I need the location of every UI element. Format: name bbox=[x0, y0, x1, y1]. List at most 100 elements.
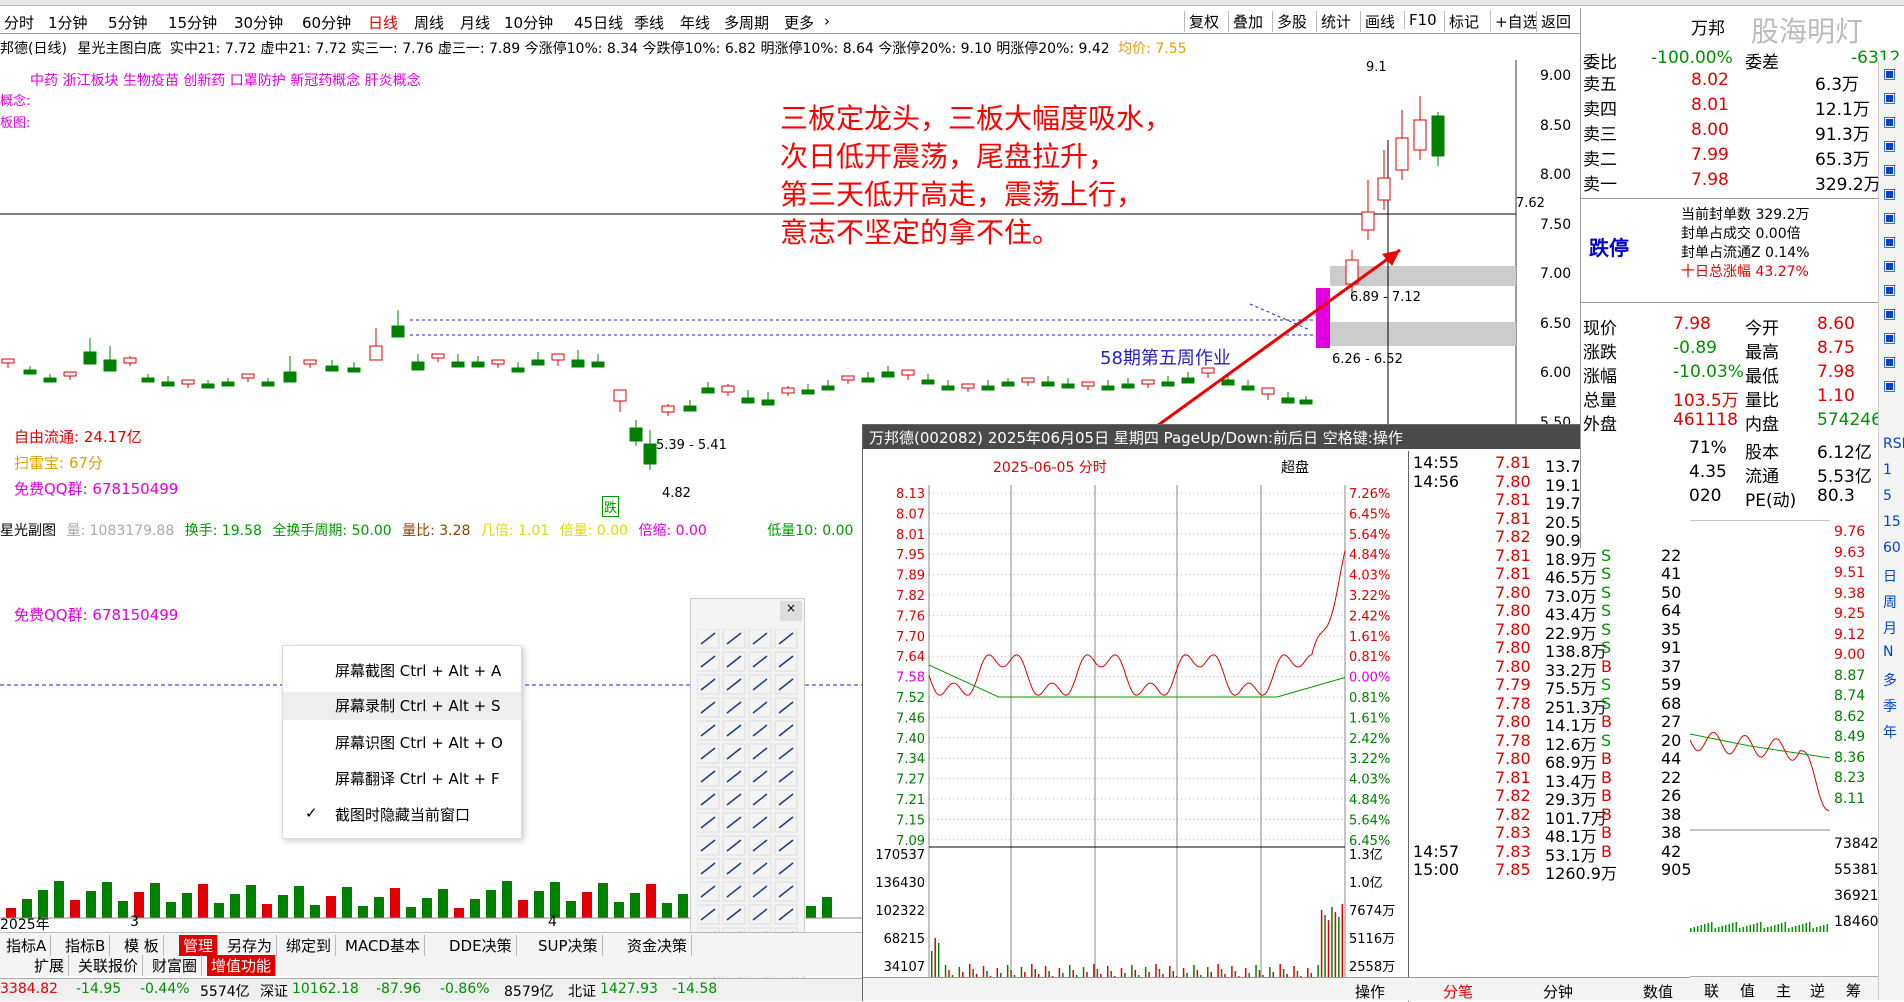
rail-period-11[interactable]: 年 bbox=[1883, 722, 1897, 742]
rail-tool-icon[interactable]: ▣ bbox=[1883, 234, 1896, 250]
trade-side: S bbox=[1601, 730, 1612, 750]
mini-vol bbox=[1746, 926, 1748, 932]
menu-ocr[interactable]: 屏幕识图 Ctrl + Alt + O bbox=[335, 732, 503, 753]
indicator-tab[interactable]: 模 板 bbox=[120, 935, 164, 956]
tab-value[interactable]: 数值 bbox=[1643, 981, 1673, 1002]
rail-period-9[interactable]: 多 bbox=[1883, 670, 1897, 690]
tf-daily[interactable]: 日线 bbox=[368, 12, 398, 33]
indicator-tab[interactable]: SUP决策 bbox=[534, 935, 603, 956]
menu-hide-window[interactable]: 截图时隐藏当前窗口 bbox=[335, 804, 470, 825]
volume-bar bbox=[262, 904, 272, 918]
mini-vol bbox=[1805, 923, 1807, 932]
rail-tool-icon[interactable]: ▣ bbox=[1883, 186, 1896, 202]
extension-tab[interactable]: 增值功能 bbox=[207, 955, 277, 976]
btn-duogu[interactable]: 多股 bbox=[1272, 11, 1311, 32]
btn-tongji[interactable]: 统计 bbox=[1316, 11, 1355, 32]
indicator-tab[interactable]: 指标A bbox=[2, 935, 52, 956]
tab-minute[interactable]: 分钟 bbox=[1543, 981, 1573, 1002]
extension-tab[interactable]: 扩展 bbox=[30, 955, 70, 976]
tab-tick[interactable]: 分笔 bbox=[1443, 981, 1473, 1002]
menu-screenshot[interactable]: 屏幕截图 Ctrl + Alt + A bbox=[335, 660, 501, 681]
indicator-tab[interactable]: 绑定到 bbox=[282, 935, 337, 956]
tf-weekly[interactable]: 周线 bbox=[414, 12, 444, 33]
right-toolbar: ▣ ▣ ▣ ▣ ▣ ▣ ▣ ▣ ▣ ▣ ▣ ▣ ▣ ▣ RSI 1 5 15 60 日周月 N 多季年 bbox=[1878, 60, 1904, 1000]
rail-period-7[interactable]: 月 bbox=[1883, 618, 1897, 638]
rail-tool-icon[interactable]: ▣ bbox=[1883, 90, 1896, 106]
btn-f10[interactable]: F10 bbox=[1404, 11, 1441, 29]
candle-body bbox=[1241, 385, 1255, 391]
btn-huaxian[interactable]: 画线 bbox=[1360, 11, 1399, 32]
sub-title[interactable]: 星光副图 bbox=[0, 523, 56, 539]
quote-tab[interactable]: 筹 bbox=[1846, 980, 1861, 1001]
qq-label: 免费QQ群: 678150499 bbox=[14, 480, 179, 498]
indicator-tab[interactable]: 另存为 bbox=[223, 935, 278, 956]
rail-tool-icon[interactable]: ▣ bbox=[1883, 258, 1896, 274]
rail-period-3[interactable]: 15 bbox=[1883, 514, 1901, 530]
rail-tool-icon[interactable]: ▣ bbox=[1883, 162, 1896, 178]
rail-period-0[interactable]: RSI bbox=[1883, 436, 1904, 452]
tf-1min[interactable]: 1分钟 bbox=[48, 12, 88, 33]
ask-vol: 91.3万 bbox=[1815, 125, 1870, 145]
rail-period-6[interactable]: 周 bbox=[1883, 592, 1897, 612]
indicator-tab[interactable]: MACD基本 bbox=[341, 935, 425, 956]
tf-15min[interactable]: 15分钟 bbox=[168, 12, 217, 33]
rail-tool-icon[interactable]: ▣ bbox=[1883, 282, 1896, 298]
rail-tool-icon[interactable]: ▣ bbox=[1883, 138, 1896, 154]
indicator-tab[interactable]: 指标B bbox=[61, 935, 111, 956]
candle-body bbox=[141, 377, 155, 383]
high-label: 9.1 bbox=[1366, 60, 1387, 75]
extension-tab[interactable]: 财富圈 bbox=[148, 955, 203, 976]
indicator-name[interactable]: 星光主图白底 bbox=[77, 41, 161, 57]
candle-body bbox=[1, 358, 15, 364]
rail-tool-icon[interactable]: ▣ bbox=[1883, 114, 1896, 130]
quote-tab[interactable]: 逆 bbox=[1810, 980, 1825, 1001]
rail-tool-icon[interactable]: ▣ bbox=[1883, 330, 1896, 346]
tab-operate[interactable]: 操作 bbox=[1355, 981, 1385, 1002]
tf-monthly[interactable]: 月线 bbox=[460, 12, 490, 33]
indicator-tab[interactable]: 资金决策 bbox=[623, 935, 693, 956]
btn-add-watch[interactable]: +自选 bbox=[1490, 11, 1542, 32]
tf-30min[interactable]: 30分钟 bbox=[234, 12, 283, 33]
stat-label: 涨幅 bbox=[1583, 367, 1617, 387]
candle-body bbox=[1121, 383, 1135, 389]
price-tick: 8.13 bbox=[896, 487, 925, 502]
rail-tool-icon[interactable]: ▣ bbox=[1883, 210, 1896, 226]
tf-45day[interactable]: 45日线 bbox=[574, 12, 623, 33]
menu-translate[interactable]: 屏幕翻译 Ctrl + Alt + F bbox=[335, 768, 500, 789]
close-icon[interactable]: × bbox=[780, 601, 802, 621]
btn-fuquan[interactable]: 复权 bbox=[1184, 11, 1223, 32]
rail-period-8[interactable]: N bbox=[1883, 644, 1893, 660]
rail-tool-icon[interactable]: ▣ bbox=[1883, 66, 1896, 82]
menu-record[interactable]: 屏幕录制 Ctrl + Alt + S bbox=[283, 692, 521, 720]
trade-time: 14:57 bbox=[1413, 841, 1460, 861]
quote-tab[interactable]: 联 bbox=[1704, 980, 1719, 1001]
indicator-tab[interactable]: DDE决策 bbox=[445, 935, 517, 956]
rail-tool-icon[interactable]: ▣ bbox=[1883, 306, 1896, 322]
tf-multi[interactable]: 多周期 bbox=[724, 12, 769, 33]
indicator-tab[interactable]: 管理 bbox=[179, 935, 219, 956]
tf-5min[interactable]: 5分钟 bbox=[108, 12, 148, 33]
quote-tab[interactable]: 值 bbox=[1740, 980, 1755, 1001]
tf-quarter[interactable]: 季线 bbox=[634, 12, 664, 33]
rail-period-4[interactable]: 60 bbox=[1883, 540, 1901, 556]
tf-60min[interactable]: 60分钟 bbox=[302, 12, 351, 33]
btn-biaoji[interactable]: 标记 bbox=[1444, 11, 1483, 32]
quote-tab[interactable]: 主 bbox=[1776, 980, 1791, 1001]
rail-period-1[interactable]: 1 bbox=[1883, 462, 1892, 478]
trade-count: 38 bbox=[1661, 823, 1682, 842]
rail-period-2[interactable]: 5 bbox=[1883, 488, 1892, 504]
extension-tab[interactable]: 关联报价 bbox=[74, 955, 144, 976]
rail-period-5[interactable]: 日 bbox=[1883, 566, 1897, 586]
candle-body bbox=[1141, 379, 1155, 385]
tf-year[interactable]: 年线 bbox=[680, 12, 710, 33]
rail-period-10[interactable]: 季 bbox=[1883, 696, 1897, 716]
rail-tool-icon[interactable]: ▣ bbox=[1883, 354, 1896, 370]
tf-more[interactable]: 更多 bbox=[784, 12, 814, 33]
rail-tool-icon[interactable]: ▣ bbox=[1883, 378, 1896, 394]
tf-fenshi[interactable]: 分时 bbox=[4, 12, 34, 33]
btn-back[interactable]: 返回 bbox=[1536, 11, 1575, 32]
tf-10min[interactable]: 10分钟 bbox=[504, 12, 553, 33]
sub-x3: 倍缩: 0.00 bbox=[638, 523, 707, 539]
intraday-chart[interactable]: 8.13 7.26% 8.07 6.45% 8.01 5.64% 7.95 4.84% 7.89… bbox=[863, 475, 1408, 1002]
btn-diejia[interactable]: 叠加 bbox=[1228, 11, 1267, 32]
